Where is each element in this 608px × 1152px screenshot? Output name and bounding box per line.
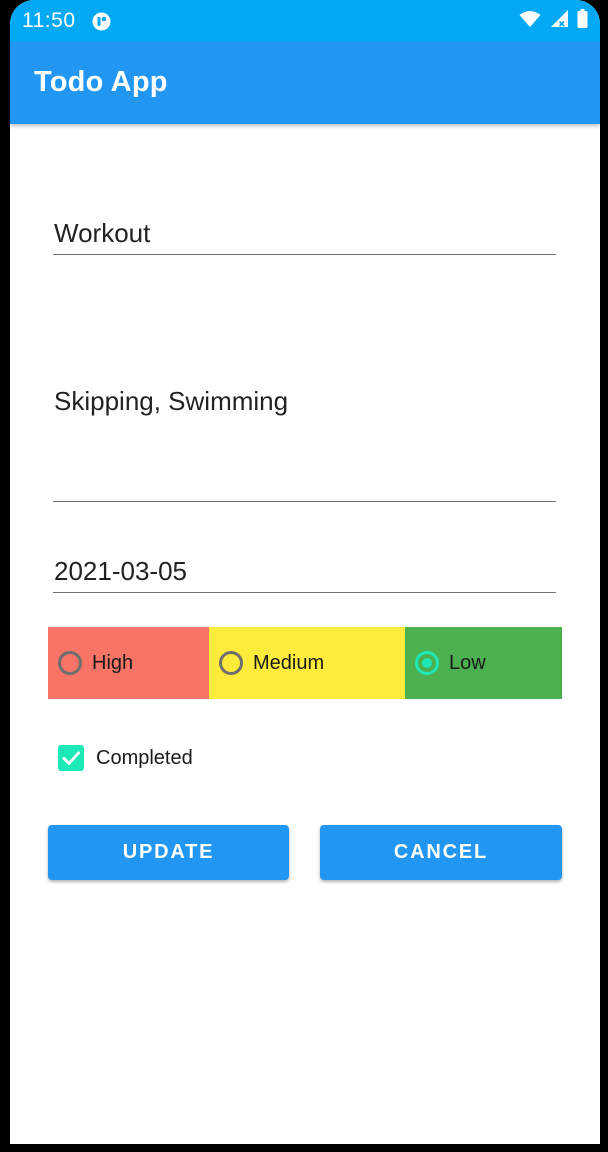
status-icons bbox=[519, 9, 588, 33]
update-button[interactable]: UPDATE bbox=[48, 825, 289, 880]
radio-label-medium: Medium bbox=[253, 651, 325, 674]
completed-checkbox[interactable] bbox=[58, 745, 84, 771]
priority-option-medium[interactable]: Medium bbox=[209, 627, 405, 699]
signal-icon bbox=[549, 9, 569, 33]
priority-radio-group: High Medium Low bbox=[48, 627, 562, 699]
app-bar: Todo App bbox=[10, 42, 600, 124]
radio-label-low: Low bbox=[449, 651, 486, 674]
priority-option-high[interactable]: High bbox=[48, 627, 209, 699]
status-bar: 11:50 bbox=[10, 0, 600, 42]
title-field-value: Workout bbox=[54, 218, 151, 248]
completed-label: Completed bbox=[96, 746, 193, 769]
completed-row[interactable]: Completed bbox=[58, 744, 193, 772]
radio-label-high: High bbox=[92, 651, 134, 674]
date-field-value: 2021-03-05 bbox=[54, 556, 187, 586]
date-field[interactable]: 2021-03-05 bbox=[53, 552, 556, 593]
app-notification-icon bbox=[92, 12, 111, 31]
radio-low[interactable] bbox=[415, 651, 439, 675]
checkmark-icon bbox=[62, 751, 81, 766]
radio-high[interactable] bbox=[58, 651, 82, 675]
wifi-icon bbox=[519, 10, 541, 33]
title-field[interactable]: Workout bbox=[53, 214, 556, 255]
description-field[interactable]: Skipping, Swimming bbox=[53, 382, 556, 502]
screen: 11:50 Todo App Workout Skipping, Swimmin… bbox=[10, 0, 600, 1144]
description-field-value: Skipping, Swimming bbox=[54, 386, 289, 416]
status-time: 11:50 bbox=[22, 9, 76, 32]
radio-medium[interactable] bbox=[219, 651, 243, 675]
battery-icon bbox=[577, 9, 588, 33]
app-title: Todo App bbox=[34, 66, 168, 98]
priority-option-low[interactable]: Low bbox=[405, 627, 562, 699]
cancel-button[interactable]: CANCEL bbox=[320, 825, 562, 880]
